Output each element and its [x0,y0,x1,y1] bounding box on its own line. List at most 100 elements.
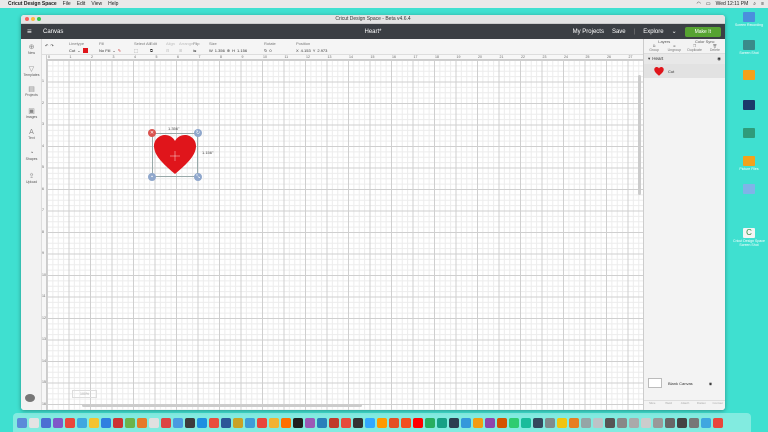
dock-app-icon[interactable] [437,417,447,428]
ungroup-button[interactable]: ⧈ Ungroup [664,44,684,53]
arrange-icon[interactable]: ⊞ [179,48,182,53]
dock-app-icon[interactable] [221,417,231,428]
dock-app-icon[interactable] [413,417,423,428]
eye-icon[interactable]: ◉ [717,56,721,62]
dock-app-icon[interactable] [161,417,171,428]
rotate-handle[interactable]: ↻ [194,129,202,137]
sidebar-item-upload[interactable]: ⇪ Upload [21,172,42,184]
chevron-down-icon[interactable]: ▾ [648,56,650,62]
delete-button[interactable]: 🗑 Delete [705,44,725,53]
undo-icon[interactable]: ↶ [45,43,48,48]
make-it-button[interactable]: Make It [684,26,721,37]
chevron-down-icon[interactable]: ⌄ [672,28,677,35]
dock-app-icon[interactable] [137,417,147,428]
dock-app-icon[interactable] [281,417,291,428]
dock-app-icon[interactable] [581,417,591,428]
dock-app-icon[interactable] [617,417,627,428]
flip-icon[interactable]: ⇋ [193,48,196,53]
desktop-item[interactable]: Screen Shot [731,40,767,55]
dock-app-icon[interactable] [41,417,51,428]
dock-app-icon[interactable] [401,417,411,428]
dock-app-icon[interactable] [125,417,135,428]
blank-canvas-row[interactable]: Blank Canvas ◉ [648,378,712,388]
dock-app-icon[interactable] [317,417,327,428]
wifi-icon[interactable]: ◠ [697,1,701,7]
dock-app-icon[interactable] [653,417,663,428]
select-all-icon[interactable]: ⬚ [134,48,138,53]
my-projects-link[interactable]: My Projects [573,29,604,35]
desktop-item[interactable] [731,128,767,139]
duplicate-button[interactable]: ❐ Duplicate [685,44,705,53]
spotlight-icon[interactable]: ⌕ [753,1,756,7]
dock-app-icon[interactable] [53,417,63,428]
dock-app-icon[interactable] [353,417,363,428]
dock-app-icon[interactable] [545,417,555,428]
menubar-app-name[interactable]: Cricut Design Space [8,1,57,7]
battery-icon[interactable]: ▭ [706,1,711,7]
sidebar-item-text[interactable]: A Text [21,129,42,140]
heart-shape-selection[interactable]: ✕ ↻ ▪ ⤡ 1.356" 1.156" [148,126,213,181]
attach-button[interactable]: Attach [677,401,693,410]
desktop-item[interactable]: C Cricut Design Space Screen Shot [731,228,767,247]
dock-app-icon[interactable] [341,417,351,428]
flatten-button[interactable]: Flatten [693,401,709,410]
dock-app-icon[interactable] [245,417,255,428]
machine-select[interactable]: Explore [643,29,663,35]
rotate-input[interactable]: 0 [269,48,271,53]
sidebar-item-images[interactable]: ▣ Images [21,107,42,119]
dock-app-icon[interactable] [17,417,27,428]
height-input[interactable]: 1.156 [237,48,247,53]
linetype-select[interactable]: Cut ⌄ [69,48,88,53]
pen-icon[interactable]: ✎ [118,48,121,53]
dock-app-icon[interactable] [173,417,183,428]
dock-app-icon[interactable] [461,417,471,428]
layer-item[interactable]: Cut [644,64,725,78]
dock-app-icon[interactable] [389,417,399,428]
lock-handle[interactable]: ▪ [148,173,156,181]
dock-app-icon[interactable] [569,417,579,428]
dock-app-icon[interactable] [377,417,387,428]
lock-icon[interactable]: ⊕ [227,48,230,53]
dock-app-icon[interactable] [641,417,651,428]
dock-app-icon[interactable] [629,417,639,428]
dock-app-icon[interactable] [365,417,375,428]
chat-icon[interactable] [25,394,35,402]
color-swatch[interactable] [82,48,88,53]
notification-center-icon[interactable]: ≡ [761,1,764,7]
sidebar-item-shapes[interactable]: ◔ Shapes [21,150,42,161]
hamburger-menu-icon[interactable]: ≡ [27,27,37,36]
align-icon[interactable]: ⊟ [166,48,169,53]
weld-button[interactable]: Weld [660,401,676,410]
sidebar-item-new[interactable]: ⊕ New [21,43,42,55]
zoom-window-button[interactable] [37,17,41,21]
dock-app-icon[interactable] [689,417,699,428]
save-link[interactable]: Save [612,29,626,35]
desktop-item[interactable]: Picture Files [731,156,767,171]
dock-app-icon[interactable] [557,417,567,428]
redo-icon[interactable]: ↷ [50,43,53,48]
canvas-color-swatch[interactable] [648,378,662,388]
dock-app-icon[interactable] [485,417,495,428]
close-window-button[interactable] [25,17,29,21]
dock-app-icon[interactable] [533,417,543,428]
y-input[interactable]: 2.973 [317,48,327,53]
dock-app-icon[interactable] [305,417,315,428]
delete-handle[interactable]: ✕ [148,129,156,137]
dock-app-icon[interactable] [233,417,243,428]
layer-group-header[interactable]: ▾ Heart ◉ [644,54,725,64]
x-input[interactable]: 4.153 [301,48,311,53]
eye-icon[interactable]: ◉ [709,381,713,386]
desktop-item[interactable]: Screen Recording [731,12,767,27]
dock-app-icon[interactable] [329,417,339,428]
dock-app-icon[interactable] [473,417,483,428]
menu-edit[interactable]: Edit [77,1,86,7]
minimize-window-button[interactable] [31,17,35,21]
dock-app-icon[interactable] [713,417,723,428]
dock-app-icon[interactable] [257,417,267,428]
dock-app-icon[interactable] [677,417,687,428]
menu-view[interactable]: View [91,1,102,7]
edit-icon[interactable]: ⧉ [150,48,153,53]
contour-button[interactable]: Contour [710,401,725,410]
dock-app-icon[interactable] [209,417,219,428]
menu-help[interactable]: Help [108,1,118,7]
